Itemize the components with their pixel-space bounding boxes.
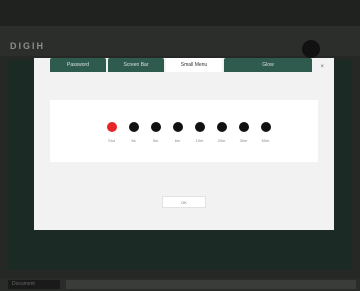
option-label: 30m bbox=[239, 138, 248, 143]
option-label: 6m bbox=[174, 138, 181, 143]
option-item[interactable]: 5m bbox=[148, 122, 163, 143]
option-item[interactable]: 10m bbox=[192, 122, 207, 143]
close-icon[interactable]: × bbox=[320, 64, 324, 70]
option-label: 20m bbox=[217, 138, 226, 143]
option-label: 10m bbox=[195, 138, 204, 143]
ok-button[interactable]: OK bbox=[162, 196, 206, 208]
option-item[interactable]: 60m bbox=[258, 122, 273, 143]
radio-dot-icon[interactable] bbox=[194, 122, 205, 132]
option-label: 60m bbox=[261, 138, 270, 143]
radio-dot-icon[interactable] bbox=[238, 122, 249, 132]
radio-dot-icon[interactable] bbox=[106, 122, 117, 132]
radio-dot-icon[interactable] bbox=[260, 122, 271, 132]
timer-options: Slot 8s 5m 6m 10m 20m 30m 60m bbox=[104, 122, 273, 143]
tab-password[interactable]: Password bbox=[50, 58, 106, 72]
option-label: Slot bbox=[108, 138, 115, 143]
option-item[interactable]: 6m bbox=[170, 122, 185, 143]
tab-glow[interactable]: Glow bbox=[224, 58, 312, 72]
radio-dot-icon[interactable] bbox=[172, 122, 183, 132]
bottom-tab-label[interactable]: Document bbox=[8, 280, 60, 289]
option-item[interactable]: 8s bbox=[126, 122, 141, 143]
avatar[interactable] bbox=[302, 40, 320, 58]
radio-dot-icon[interactable] bbox=[150, 122, 161, 132]
bottom-progress bbox=[66, 280, 356, 289]
brand-logo: DIGIH bbox=[10, 41, 46, 51]
tab-small-menu[interactable]: Small Menu bbox=[166, 58, 222, 72]
option-item[interactable]: 20m bbox=[214, 122, 229, 143]
radio-dot-icon[interactable] bbox=[216, 122, 227, 132]
option-label: 5m bbox=[152, 138, 159, 143]
options-panel: Slot 8s 5m 6m 10m 20m 30m 60m bbox=[50, 100, 318, 162]
bottom-bar: Document bbox=[0, 278, 360, 291]
tab-screen-bar[interactable]: Screen Bar bbox=[108, 58, 164, 72]
option-label: 8s bbox=[131, 138, 136, 143]
radio-dot-icon[interactable] bbox=[128, 122, 139, 132]
settings-modal: Password Screen Bar Small Menu Glow × Sl… bbox=[34, 58, 334, 230]
modal-tabs: Password Screen Bar Small Menu Glow bbox=[50, 58, 312, 72]
top-bar bbox=[0, 0, 360, 26]
option-item[interactable]: 30m bbox=[236, 122, 251, 143]
option-item[interactable]: Slot bbox=[104, 122, 119, 143]
